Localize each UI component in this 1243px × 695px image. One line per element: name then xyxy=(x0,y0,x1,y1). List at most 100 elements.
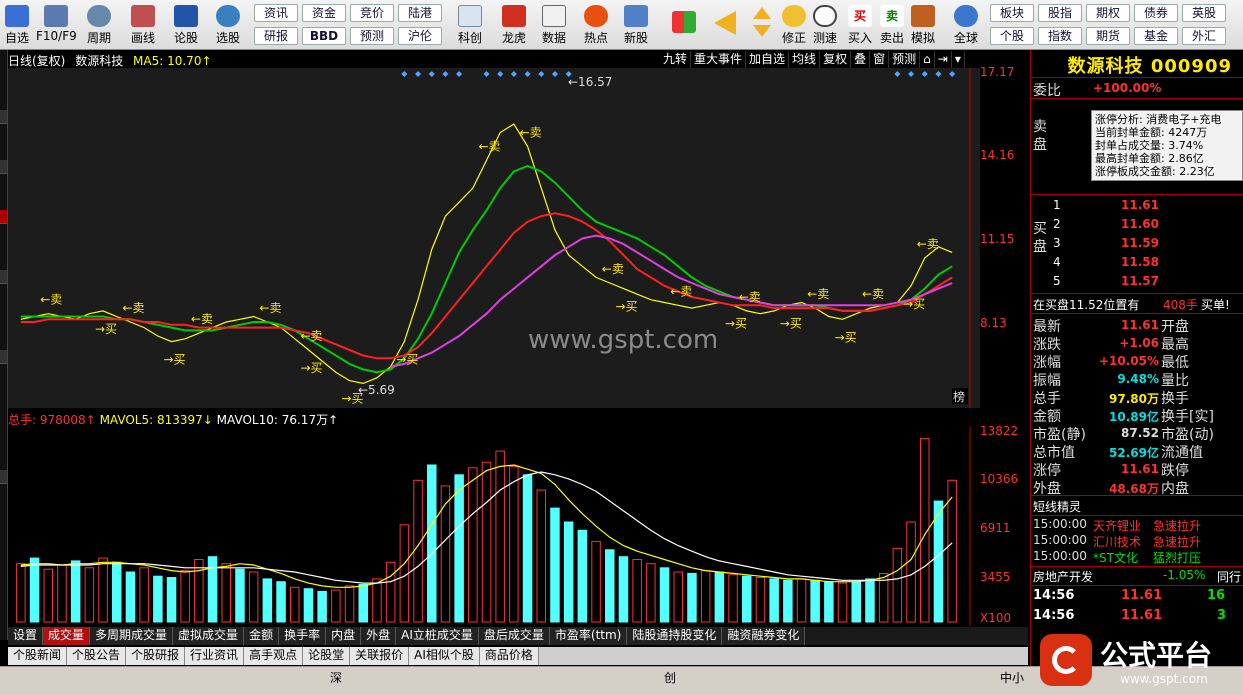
tab-settings[interactable]: 设置 xyxy=(8,627,44,645)
period-label[interactable]: 日线(复权) xyxy=(8,54,65,68)
volume-bar xyxy=(851,581,861,623)
tab-after-hours-volume[interactable]: 盘后成交量 xyxy=(478,627,550,645)
tab-amount[interactable]: 金额 xyxy=(244,627,280,645)
shanghai-london-button[interactable]: 沪伦 xyxy=(398,27,442,45)
side-tab[interactable] xyxy=(0,160,7,174)
back-button[interactable] xyxy=(708,3,742,47)
futures-button[interactable]: 期货 xyxy=(1086,27,1130,45)
tab-industry-news[interactable]: 行业资讯 xyxy=(185,647,245,665)
window-button[interactable]: 窗 xyxy=(870,51,890,68)
bid-row[interactable]: 2 11.60 xyxy=(1031,217,1243,235)
tab-inner[interactable]: 内盘 xyxy=(326,627,362,645)
major-event-button[interactable]: 重大事件 xyxy=(691,51,747,68)
tab-virtual-volume[interactable]: 虚拟成交量 xyxy=(173,627,245,645)
side-tab[interactable] xyxy=(0,350,7,364)
quote-label: 振幅 xyxy=(1033,373,1061,389)
bid-row[interactable]: 5 11.57 xyxy=(1031,274,1243,292)
tab-expert-views[interactable]: 高手观点 xyxy=(244,647,304,665)
exit-icon[interactable]: ⇥ xyxy=(934,51,952,68)
quote-value: 11.61 xyxy=(1121,462,1159,476)
ipo-button[interactable]: 新股 xyxy=(618,3,654,47)
tab-announcements[interactable]: 个股公告 xyxy=(67,647,127,665)
side-tab[interactable] xyxy=(0,470,7,484)
nine-turn-button[interactable]: 九转 xyxy=(660,51,692,68)
sector-row[interactable]: 房地产开发 -1.05% 同行 xyxy=(1031,568,1243,584)
kechuang-button[interactable]: 科创 xyxy=(450,3,490,47)
quote-value: 52.69亿 xyxy=(1109,446,1159,460)
status-chuangye[interactable]: 创 xyxy=(664,669,676,686)
tab-margin-change[interactable]: 融资融券变化 xyxy=(722,627,806,645)
forecast-button[interactable]: 预测 xyxy=(350,27,394,45)
tab-turnover[interactable]: 换手率 xyxy=(279,627,327,645)
volume-bar xyxy=(331,589,341,623)
simulate-button[interactable]: 模拟 xyxy=(908,3,938,47)
sector-button[interactable]: 板块 xyxy=(990,4,1034,22)
watchlist-button[interactable]: 自选 xyxy=(2,3,32,47)
bbd-button[interactable]: BBD xyxy=(302,27,346,45)
bid-row[interactable]: 1 11.61 xyxy=(1031,198,1243,216)
bid-row[interactable]: 4 11.58 xyxy=(1031,255,1243,273)
volume-chart[interactable] xyxy=(8,426,980,626)
speed-test-button[interactable]: 测速 xyxy=(810,3,840,47)
hk-connect-button[interactable]: 陆港 xyxy=(398,4,442,22)
bonds-button[interactable]: 债券 xyxy=(1134,4,1178,22)
status-shenzhen[interactable]: 深 xyxy=(330,669,342,686)
tab-research[interactable]: 个股研报 xyxy=(126,647,186,665)
index-button[interactable]: 指数 xyxy=(1038,27,1082,45)
dragon-tiger-button[interactable]: 龙虎 xyxy=(494,3,534,47)
research-button[interactable]: 研报 xyxy=(254,27,298,45)
side-tab[interactable] xyxy=(0,110,7,124)
single-stock-button[interactable]: 个股 xyxy=(990,27,1034,45)
period-button[interactable]: 周期 xyxy=(80,3,118,47)
add-watchlist-button[interactable]: 加自选 xyxy=(746,51,790,68)
tab-stock-news[interactable]: 个股新闻 xyxy=(8,647,68,665)
data-button[interactable]: 数据 xyxy=(536,3,572,47)
gspt-logo: 公式平台 www.gspt.com xyxy=(1040,630,1240,692)
draw-line-button[interactable]: 画线 xyxy=(124,3,162,47)
tab-related-quotes[interactable]: 关联报价 xyxy=(350,647,410,665)
bid-row[interactable]: 3 11.59 xyxy=(1031,236,1243,254)
tab-multi-period-volume[interactable]: 多周期成交量 xyxy=(90,627,174,645)
signal-row[interactable]: 15:00:00 *ST文化 猛烈打压 xyxy=(1033,549,1243,565)
tab-pe-ttm[interactable]: 市盈率(ttm) xyxy=(549,627,628,645)
signal-row[interactable]: 15:00:00 天齐锂业 急速拉升 xyxy=(1033,517,1243,533)
predict-button[interactable]: 预测 xyxy=(889,51,921,68)
capital-button[interactable]: 资金 xyxy=(302,4,346,22)
news-info-button[interactable]: 资讯 xyxy=(254,4,298,22)
auction-button[interactable]: 竞价 xyxy=(350,4,394,22)
hot-button[interactable]: 热点 xyxy=(578,3,614,47)
funds-button[interactable]: 基金 xyxy=(1134,27,1178,45)
tab-outer[interactable]: 外盘 xyxy=(361,627,397,645)
adjust-button[interactable]: 复权 xyxy=(820,51,852,68)
lock-icon[interactable]: ⌂ xyxy=(920,51,935,68)
f10-button[interactable]: F10/F9 xyxy=(36,3,77,47)
fix-button[interactable]: 修正 xyxy=(778,3,810,47)
buy-button[interactable]: 买 买入 xyxy=(846,3,874,47)
tab-commodity[interactable]: 商品价格 xyxy=(479,647,539,665)
forex-button[interactable]: 外汇 xyxy=(1182,27,1226,45)
side-tab[interactable] xyxy=(0,270,7,284)
side-tab-active[interactable] xyxy=(0,210,7,224)
overlay-button[interactable]: 叠 xyxy=(851,51,871,68)
stock-index-button[interactable]: 股指 xyxy=(1038,4,1082,22)
tab-ai-volume[interactable]: AI立桩成交量 xyxy=(396,627,479,645)
uk-stocks-button[interactable]: 英股 xyxy=(1182,4,1226,22)
tab-northbound-holding[interactable]: 陆股通持股变化 xyxy=(627,627,723,645)
kline-chart[interactable]: →买→买→买→买→买→买→买 →买→买→买←卖←卖←卖←卖←卖←卖←卖←卖←卖 ←卖… xyxy=(8,68,980,408)
options-button[interactable]: 期权 xyxy=(1086,4,1130,22)
tab-forum[interactable]: 论股堂 xyxy=(303,647,351,665)
sell-signal-label: ←卖 xyxy=(479,139,501,153)
discuss-button[interactable]: 论股 xyxy=(168,3,204,47)
tab-volume[interactable]: 成交量 xyxy=(43,627,91,645)
dropdown-icon[interactable]: ▾ xyxy=(951,51,965,68)
signal-row[interactable]: 15:00:00 汇川技术 急速拉升 xyxy=(1033,533,1243,549)
moving-average-button[interactable]: 均线 xyxy=(789,51,821,68)
quote-label: 涨停 xyxy=(1033,463,1061,479)
layout-button[interactable] xyxy=(668,3,700,47)
select-stock-button[interactable]: 选股 xyxy=(208,3,248,47)
status-smallcap[interactable]: 中小 xyxy=(1000,669,1024,686)
tab-ai-similar[interactable]: AI相似个股 xyxy=(409,647,480,665)
scroll-up-down-button[interactable] xyxy=(748,3,776,47)
global-button[interactable]: 全球 xyxy=(946,3,986,47)
sell-button[interactable]: 卖 卖出 xyxy=(878,3,906,47)
